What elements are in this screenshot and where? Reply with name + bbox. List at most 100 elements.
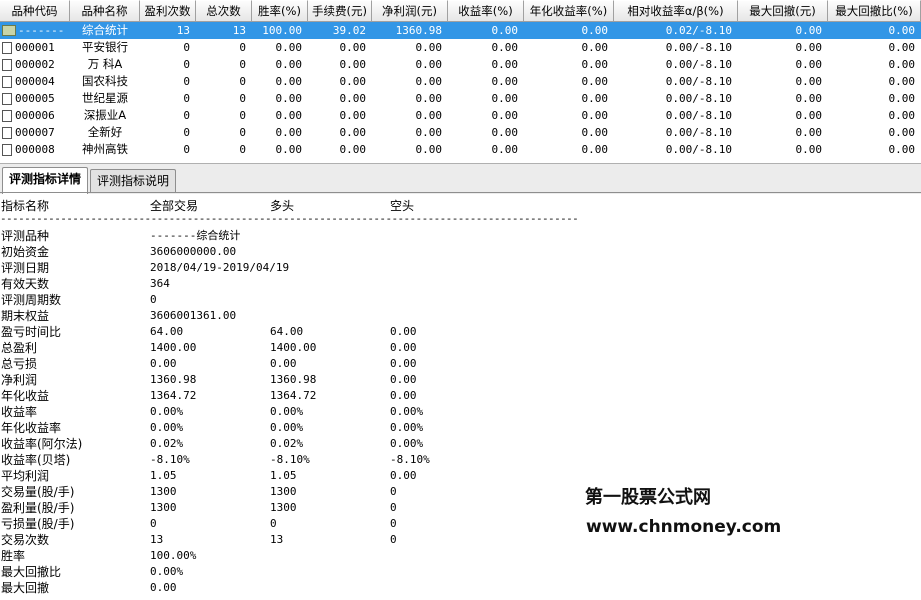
value-cell: 39.02	[332, 24, 366, 37]
value-cell: 0.00	[795, 126, 823, 139]
metric-label: 评测日期	[1, 261, 50, 275]
column-header[interactable]: 年化收益率(%)	[524, 0, 614, 22]
value-cell: 0.00	[581, 58, 609, 71]
value-cell: 0	[183, 109, 190, 122]
summary-icon	[2, 25, 16, 36]
table-row[interactable]: 000005 世纪星源 0 0 0.00 0.00 0.00 0.00 0.00 0.00/-8.…	[0, 90, 921, 107]
value-cell: 0.00/-8.10	[665, 58, 732, 71]
column-header[interactable]: 最大回撤比(%)	[828, 0, 921, 22]
table-row[interactable]: 000004 国农科技 0 0 0.00 0.00 0.00 0.00 0.00 0.00/-8.…	[0, 73, 921, 90]
value-cell: 0.00	[415, 143, 443, 156]
metric-value: 0	[270, 517, 277, 530]
metric-value: 0.00	[150, 581, 177, 594]
metric-line: 交易次数 13 13 0	[0, 532, 921, 548]
value-cell: 0.00	[888, 75, 916, 88]
code-cell: 000005	[0, 90, 70, 107]
value-cell: 0.00	[415, 75, 443, 88]
metric-label: 最大回撤	[1, 581, 50, 595]
metric-label: 年化收益	[1, 389, 50, 403]
metric-label: 交易次数	[1, 533, 50, 547]
column-header[interactable]: 手续费(元)	[308, 0, 372, 22]
table-row-selected[interactable]: ------- 综合统计 13 13 100.00 39.02 1360.98 0.00 0.0…	[0, 22, 921, 39]
value-cell: 0.00	[339, 75, 367, 88]
metric-value: 1.05	[150, 469, 177, 482]
column-header[interactable]: 盈利次数	[140, 0, 196, 22]
metric-value: 0.00	[390, 469, 417, 482]
value-cell: 0.00	[581, 24, 609, 37]
metric-value: 0.00	[390, 389, 417, 402]
metric-value: 2018/04/19-2019/04/19	[150, 261, 290, 274]
metric-value: 0.00	[150, 357, 177, 370]
column-header[interactable]: 品种名称	[70, 0, 140, 22]
value-cell: 0.00	[339, 126, 367, 139]
value-cell: 0.00	[491, 126, 519, 139]
table-row[interactable]: 000007 全新好 0 0 0.00 0.00 0.00 0.00 0.00 0.00/-8.1…	[0, 124, 921, 141]
column-header[interactable]: 总次数	[196, 0, 252, 22]
value-cell: 0.00	[888, 92, 916, 105]
value-cell: 0.00/-8.10	[665, 126, 732, 139]
file-icon	[2, 58, 12, 71]
metric-value: 0	[150, 293, 157, 306]
value-cell: 0.00	[795, 75, 823, 88]
metric-line: 收益率(贝塔) -8.10% -8.10% -8.10%	[0, 452, 921, 468]
value-cell: 0.02/-8.10	[665, 24, 732, 37]
metric-line: 初始资金 3606000000.00	[0, 244, 921, 260]
column-header[interactable]: 品种代码	[0, 0, 70, 22]
metric-label: 评测品种	[1, 229, 50, 243]
value-cell: 0.00	[491, 143, 519, 156]
metric-value: 1400.00	[150, 341, 197, 354]
grid-header-row: 品种代码 品种名称 盈利次数 总次数 胜率(%) 手续费(元) 净利润(元) 收益率(%) 年化…	[0, 0, 921, 22]
column-header[interactable]: 净利润(元)	[372, 0, 448, 22]
code-cell: 000006	[0, 107, 70, 124]
value-cell: 0.00	[415, 58, 443, 71]
metric-value: 1360.98	[150, 373, 197, 386]
value-cell: 0	[239, 41, 246, 54]
value-cell: 0.00	[795, 143, 823, 156]
metric-label: 净利润	[1, 373, 38, 387]
table-row[interactable]: 000001 平安银行 0 0 0.00 0.00 0.00 0.00 0.00 0.00/-8.…	[0, 39, 921, 56]
column-header[interactable]: 相对收益率α/β(%)	[614, 0, 738, 22]
metric-line: 最大回撤 0.00	[0, 580, 921, 596]
table-row[interactable]: 000006 深振业A 0 0 0.00 0.00 0.00 0.00 0.00 0.00/-8.…	[0, 107, 921, 124]
metric-value: 1.05	[270, 469, 297, 482]
table-row[interactable]: 000002 万 科A 0 0 0.00 0.00 0.00 0.00 0.00 0.00/-8.…	[0, 56, 921, 73]
metric-value: 13	[150, 533, 164, 546]
table-row[interactable]: 000008 神州高铁 0 0 0.00 0.00 0.00 0.00 0.00 0.00/-8.…	[0, 141, 921, 158]
metric-value: 64.00	[150, 325, 184, 338]
metric-value: 3606000000.00	[150, 245, 237, 258]
column-header[interactable]: 最大回撤(元)	[738, 0, 828, 22]
name-cell: 深振业A	[83, 108, 127, 122]
file-icon	[2, 143, 12, 156]
tab-metric-explanation[interactable]: 评测指标说明	[90, 169, 176, 193]
column-header[interactable]: 收益率(%)	[448, 0, 524, 22]
metric-line: 有效天数 364	[0, 276, 921, 292]
watermark-title: 第一股票公式网	[585, 487, 711, 508]
file-icon	[2, 75, 12, 88]
value-cell: 0.00	[888, 24, 916, 37]
metric-value: 0.00	[270, 357, 297, 370]
column-header[interactable]: 胜率(%)	[252, 0, 308, 22]
metric-value: 1300	[270, 501, 297, 514]
metric-value: 0.00%	[390, 405, 424, 418]
metric-value: -8.10%	[390, 453, 430, 466]
file-icon	[2, 109, 12, 122]
value-cell: 0.00	[491, 92, 519, 105]
metric-label: 年化收益率	[1, 421, 62, 435]
name-cell: 万 科A	[87, 57, 123, 71]
metric-line: 评测周期数 0	[0, 292, 921, 308]
metric-value: 0.02%	[270, 437, 304, 450]
tab-metric-details[interactable]: 评测指标详情	[2, 167, 88, 194]
value-cell: 13	[176, 24, 190, 37]
name-cell: 世纪星源	[82, 91, 128, 105]
metric-label: 收益率(阿尔法)	[1, 437, 83, 451]
metric-label: 评测周期数	[1, 293, 62, 307]
value-cell: 0.00	[275, 143, 303, 156]
metric-label: 最大回撤比	[1, 565, 62, 579]
value-cell: 0.00	[581, 41, 609, 54]
metric-label: 期末权益	[1, 309, 50, 323]
value-cell: 0	[239, 58, 246, 71]
value-cell: 0.00	[888, 109, 916, 122]
value-cell: 0.00	[275, 58, 303, 71]
metric-label: 盈亏时间比	[1, 325, 62, 339]
grid-body: ------- 综合统计 13 13 100.00 39.02 1360.98 0.00 0.0…	[0, 22, 921, 158]
